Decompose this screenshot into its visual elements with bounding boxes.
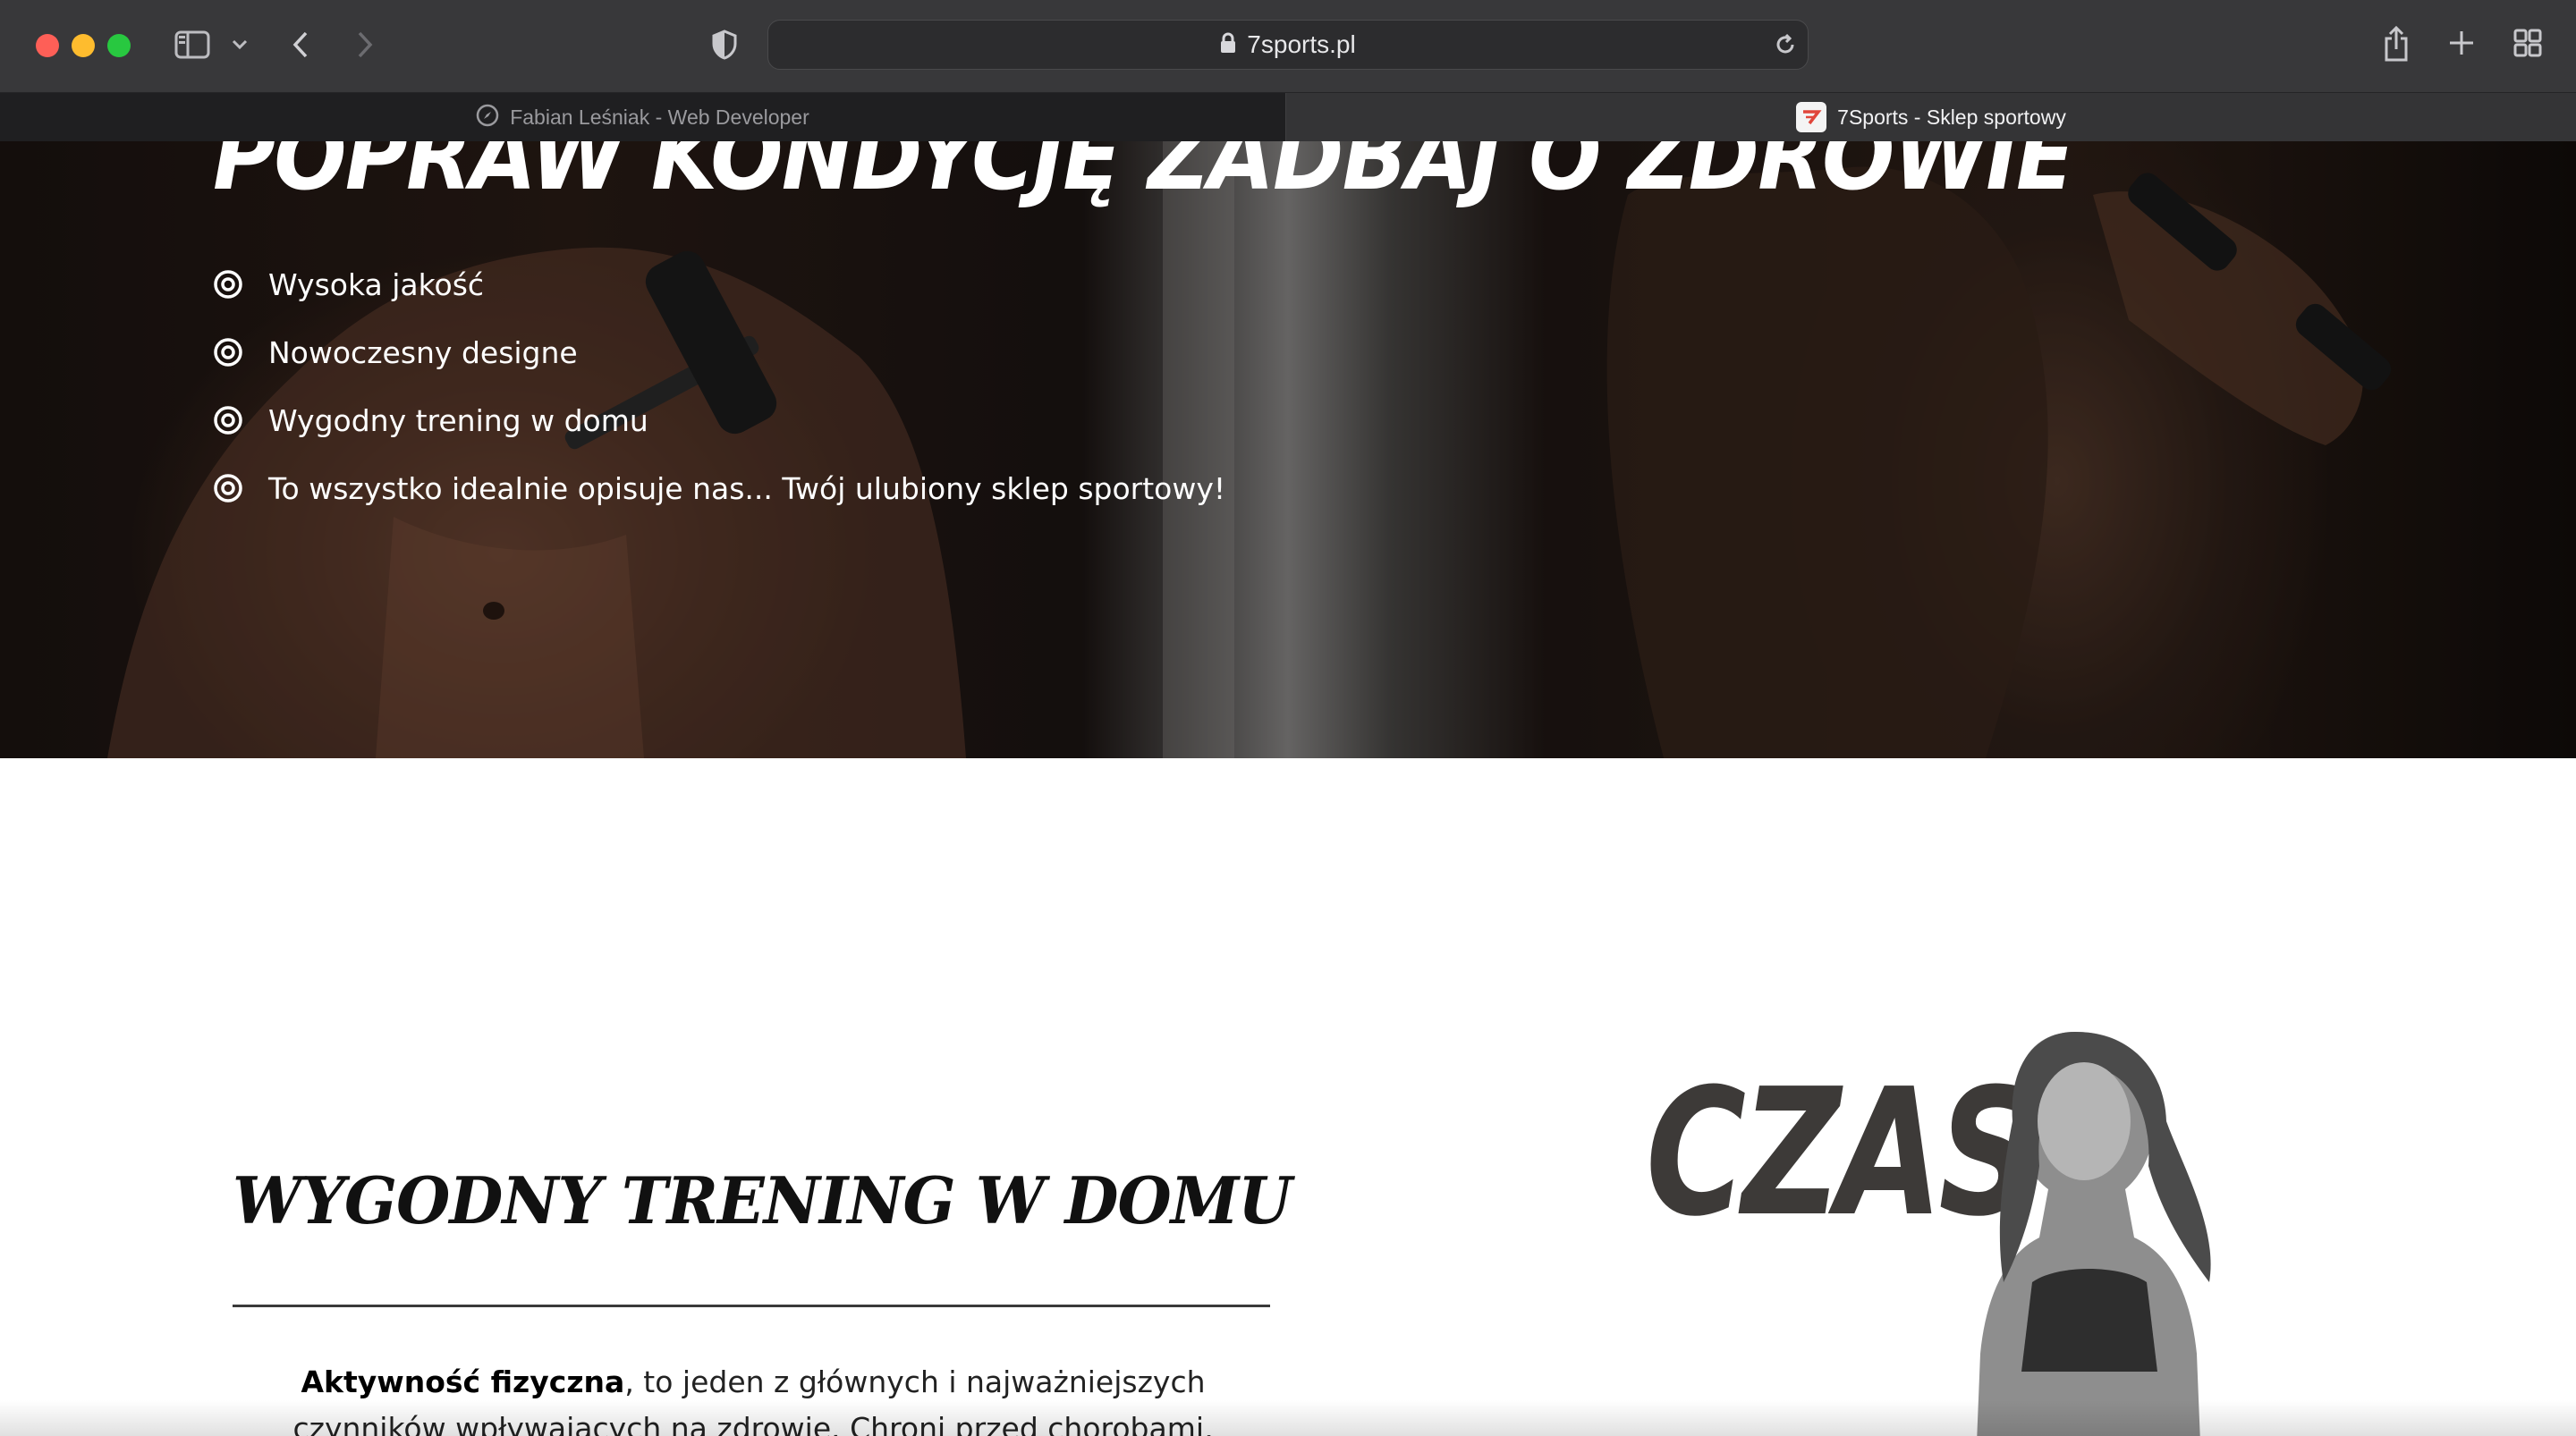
address-text: 7sports.pl <box>1247 30 1356 58</box>
zoom-window-button[interactable] <box>107 34 131 57</box>
feature-list: Wysoka jakość Nowoczesny designe Wygodny… <box>213 250 1225 522</box>
share-icon[interactable] <box>2379 23 2413 64</box>
hero-banner: POPRAW KONDYCJĘ ZADBAJ O ZDROWIE Wysoka … <box>0 141 2576 758</box>
address-bar[interactable]: 7sports.pl <box>767 20 1809 70</box>
minimize-window-button[interactable] <box>72 34 95 57</box>
new-tab-icon[interactable] <box>2445 27 2478 59</box>
7sports-favicon-icon <box>1796 102 1827 132</box>
tab-label: Fabian Leśniak - Web Developer <box>510 105 809 129</box>
chevron-down-icon[interactable] <box>229 34 250 55</box>
section-title: WYGODNY TRENING W DOMU <box>233 1162 1292 1238</box>
feature-item: Nowoczesny designe <box>213 318 1225 386</box>
target-bullet-icon <box>214 270 242 299</box>
section-divider <box>233 1305 1270 1307</box>
target-bullet-icon <box>214 406 242 435</box>
paragraph-bold: Aktywność fizyczna <box>301 1364 625 1399</box>
training-section: WYGODNY TRENING W DOMU Aktywność fizyczn… <box>0 758 2576 1436</box>
model-photo <box>1977 1032 2211 1436</box>
back-icon[interactable] <box>284 27 317 63</box>
tab-bar: Fabian Leśniak - Web Developer 7Sports -… <box>0 93 2576 141</box>
feature-item: Wysoka jakość <box>213 250 1225 318</box>
feature-text: Nowoczesny designe <box>268 334 578 370</box>
tab-overview-icon[interactable] <box>2512 27 2544 59</box>
feature-item: Wygodny trening w domu <box>213 386 1225 454</box>
feature-text: Wygodny trening w domu <box>268 402 648 438</box>
hero-title: POPRAW KONDYCJĘ ZADBAJ O ZDROWIE <box>213 141 2074 211</box>
privacy-shield-icon[interactable] <box>707 27 742 63</box>
lock-icon <box>1220 32 1236 58</box>
tab-fabian-lesniak[interactable]: Fabian Leśniak - Web Developer <box>0 93 1286 141</box>
feature-text: Wysoka jakość <box>268 266 485 302</box>
window-bottom-shadow <box>0 1400 2576 1436</box>
promo-graphic: CZAS <box>1646 1032 2361 1436</box>
compass-icon <box>476 104 499 131</box>
tab-label: 7Sports - Sklep sportowy <box>1837 105 2066 129</box>
reload-icon[interactable] <box>1771 30 1800 59</box>
forward-icon[interactable] <box>349 27 381 63</box>
feature-text: To wszystko idealnie opisuje nas... Twój… <box>268 470 1226 506</box>
tab-7sports[interactable]: 7Sports - Sklep sportowy <box>1286 93 2576 141</box>
browser-toolbar: 7sports.pl <box>0 0 2576 93</box>
close-window-button[interactable] <box>36 34 59 57</box>
feature-item: To wszystko idealnie opisuje nas... Twój… <box>213 454 1225 522</box>
sidebar-toggle-icon[interactable] <box>172 27 213 63</box>
target-bullet-icon <box>214 338 242 367</box>
target-bullet-icon <box>214 474 242 503</box>
